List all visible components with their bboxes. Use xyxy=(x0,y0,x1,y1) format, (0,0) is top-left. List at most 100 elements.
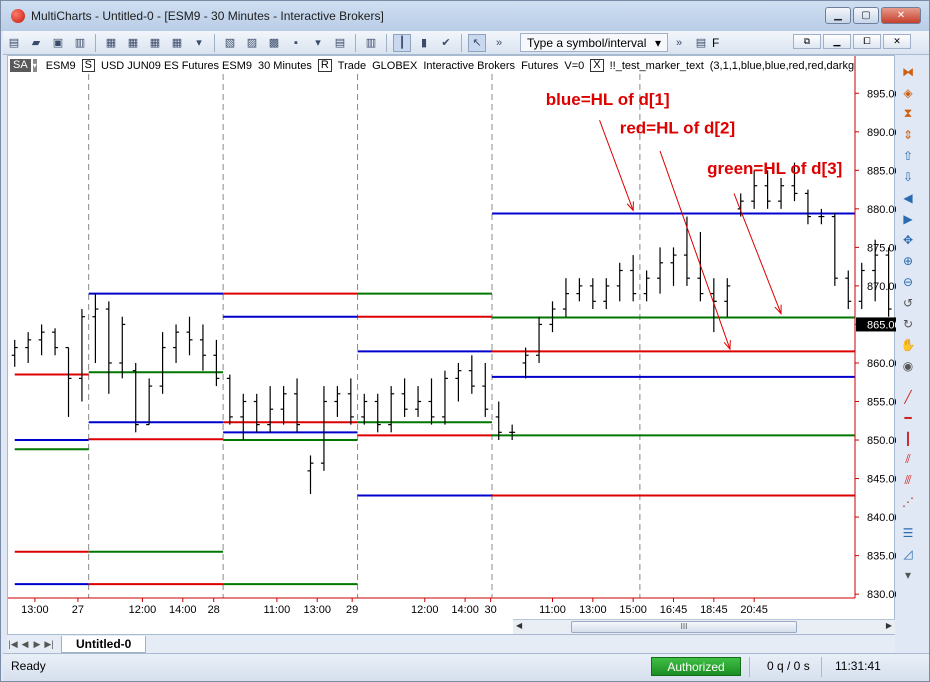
new-document-icon[interactable]: ▤ xyxy=(5,34,23,52)
authorized-badge: Authorized xyxy=(651,657,741,676)
format-label[interactable]: F xyxy=(712,36,719,50)
mdi-restore-icon[interactable]: ⧠ xyxy=(853,34,881,49)
candlestick-icon[interactable]: ▮ xyxy=(415,34,433,52)
insert-drawing-icon[interactable]: ▪ xyxy=(287,34,305,52)
parallel-lines-icon[interactable]: ⫽ xyxy=(897,449,919,470)
vertical-line-icon[interactable]: ┃ xyxy=(897,428,919,449)
scroll-right-icon[interactable]: ▶ xyxy=(897,208,919,229)
strategy-properties-icon[interactable]: ▤ xyxy=(331,34,349,52)
portfolio-icon[interactable]: ▦ xyxy=(168,34,186,52)
scroll-left-arrow-icon[interactable]: ◀ xyxy=(516,621,522,630)
tab-first-icon[interactable]: |◀ xyxy=(7,639,19,650)
ohlc-bar xyxy=(845,270,852,310)
toolbar-options-icon[interactable]: » xyxy=(670,34,688,52)
time-axis-label: 20:45 xyxy=(740,604,768,616)
ohlc-bar xyxy=(670,247,677,286)
symbol-interval-box[interactable]: Type a symbol/interval ▾ xyxy=(520,33,668,52)
scrollbar-thumb[interactable]: III xyxy=(571,621,797,633)
price-axis-label: 830.00 xyxy=(867,589,896,601)
scroll-left-right-icon[interactable]: ◈ xyxy=(897,82,919,103)
cursor-arrow-icon[interactable]: ↖ xyxy=(468,33,486,52)
scroll-left-icon[interactable]: ◀ xyxy=(897,187,919,208)
mdi-popout-icon[interactable]: ⧉ xyxy=(793,34,821,49)
chevron-down-icon[interactable]: ▾ xyxy=(32,59,37,72)
title-bar[interactable]: MultiCharts - Untitled-0 - [ESM9 - 30 Mi… xyxy=(1,1,929,31)
scroll-right-arrow-icon[interactable]: ▶ xyxy=(886,621,892,630)
save-icon[interactable]: ▣ xyxy=(49,34,67,52)
price-axis-label: 860.00 xyxy=(867,358,896,370)
realtime-box[interactable]: R xyxy=(317,59,332,72)
status-broker: Interactive Brokers xyxy=(423,59,516,72)
tab-last-icon[interactable]: ▶| xyxy=(43,639,55,650)
hourglass-icon[interactable]: ⧗ xyxy=(897,103,919,124)
ohlc-bar xyxy=(199,324,206,371)
format-instrument-icon[interactable]: ▨ xyxy=(243,34,261,52)
compress-icon[interactable]: ✥ xyxy=(897,229,919,250)
tab-prev-icon[interactable]: ◀ xyxy=(19,639,31,650)
maximize-button[interactable]: ▢ xyxy=(853,7,879,24)
study-toggle-box[interactable]: X xyxy=(590,59,604,72)
time-axis-label: 11:00 xyxy=(539,604,566,616)
close-button[interactable]: ✕ xyxy=(881,7,921,24)
ohlc-bar xyxy=(173,324,180,363)
trendline-icon[interactable]: ╱ xyxy=(897,386,919,407)
price-axis-label: 855.00 xyxy=(867,397,896,409)
tab-untitled-0[interactable]: Untitled-0 xyxy=(61,635,147,653)
horizontal-line-icon[interactable]: ━ xyxy=(897,407,919,428)
data-window-icon[interactable]: ▥ xyxy=(362,34,380,52)
ohlc-bar xyxy=(858,262,865,310)
ohlc-bar xyxy=(415,386,422,417)
channel-icon[interactable]: ⫻ xyxy=(897,470,919,491)
redo-zoom-icon[interactable]: ↻ xyxy=(897,313,919,334)
new-window-dropdown-icon[interactable]: ▾ xyxy=(190,34,208,52)
print-icon[interactable]: ▥ xyxy=(71,34,89,52)
fibonacci-icon[interactable]: ⋰ xyxy=(897,491,919,512)
settlement-box[interactable]: S xyxy=(81,59,96,72)
time-axis-label: 28 xyxy=(208,604,220,616)
study-dropdown-icon[interactable]: ▾ xyxy=(309,34,327,52)
ohlc-bar xyxy=(468,355,475,394)
price-axis-label: 890.00 xyxy=(867,127,896,139)
ohlc-bars-icon[interactable]: ┃ xyxy=(393,33,411,52)
tab-next-icon[interactable]: ▶ xyxy=(31,639,43,650)
more-tools-icon[interactable]: ▾ xyxy=(897,564,919,585)
insert-signal-icon[interactable]: ▩ xyxy=(265,34,283,52)
minimize-button[interactable]: ▁ xyxy=(825,7,851,24)
chart-window[interactable]: blue=HL of d[1] red=HL of d[2] green=HL of… xyxy=(7,55,896,636)
hand-tool-icon[interactable]: ✋ xyxy=(897,334,919,355)
time-axis-label: 14:00 xyxy=(169,604,197,616)
scanner-window-icon[interactable]: ▦ xyxy=(124,34,142,52)
checkmark-icon[interactable]: ✔ xyxy=(437,34,455,52)
chevron-down-icon[interactable]: ▾ xyxy=(655,36,661,50)
eye-icon[interactable]: ◉ xyxy=(897,355,919,376)
format-window-icon[interactable]: ▤ xyxy=(692,34,710,52)
chart-window-icon[interactable]: ▦ xyxy=(102,34,120,52)
time-axis-label: 29 xyxy=(346,604,358,616)
zoom-out-icon[interactable]: ⊖ xyxy=(897,271,919,292)
mdi-minimize-icon[interactable]: ▁ xyxy=(823,34,851,49)
insert-study-icon[interactable]: ▧ xyxy=(221,34,239,52)
move-down-icon[interactable]: ⇩ xyxy=(897,166,919,187)
expand-vertical-icon[interactable]: ⇕ xyxy=(897,124,919,145)
zoom-fit-icon[interactable]: ⧓ xyxy=(897,61,919,82)
mdi-close-icon[interactable]: ✕ xyxy=(883,34,911,49)
sa-badge[interactable]: SA xyxy=(10,59,31,72)
price-chart[interactable]: blue=HL of d[1] red=HL of d[2] green=HL of… xyxy=(8,56,896,636)
dom-window-icon[interactable]: ▦ xyxy=(146,34,164,52)
open-folder-icon[interactable]: ▰ xyxy=(27,34,45,52)
main-window: MultiCharts - Untitled-0 - [ESM9 - 30 Mi… xyxy=(0,0,930,682)
gann-fan-icon[interactable]: ◿ xyxy=(897,543,919,564)
time-axis-label: 16:45 xyxy=(660,604,688,616)
horizontal-scrollbar[interactable]: ◀ III ▶ xyxy=(513,619,895,634)
undo-zoom-icon[interactable]: ↺ xyxy=(897,292,919,313)
symbol-interval-input[interactable]: Type a symbol/interval xyxy=(527,36,646,50)
drawing-toolbar: ⧓ ◈ ⧗ ⇕ ⇧ ⇩ ◀ ▶ ✥ ⊕ ⊖ ↺ ↻ ✋ ◉ ╱ ━ ┃ ⫽ ⫻ … xyxy=(897,61,921,631)
fib-levels-icon[interactable]: ☰ xyxy=(897,522,919,543)
zoom-in-icon[interactable]: ⊕ xyxy=(897,250,919,271)
current-price-label: 865.00 xyxy=(867,319,896,331)
ohlc-bar xyxy=(509,424,516,441)
move-up-icon[interactable]: ⇧ xyxy=(897,145,919,166)
ohlc-bar xyxy=(253,393,260,433)
status-symbol: ESM9 xyxy=(45,59,76,72)
toolbar-options-icon[interactable]: » xyxy=(490,34,508,52)
